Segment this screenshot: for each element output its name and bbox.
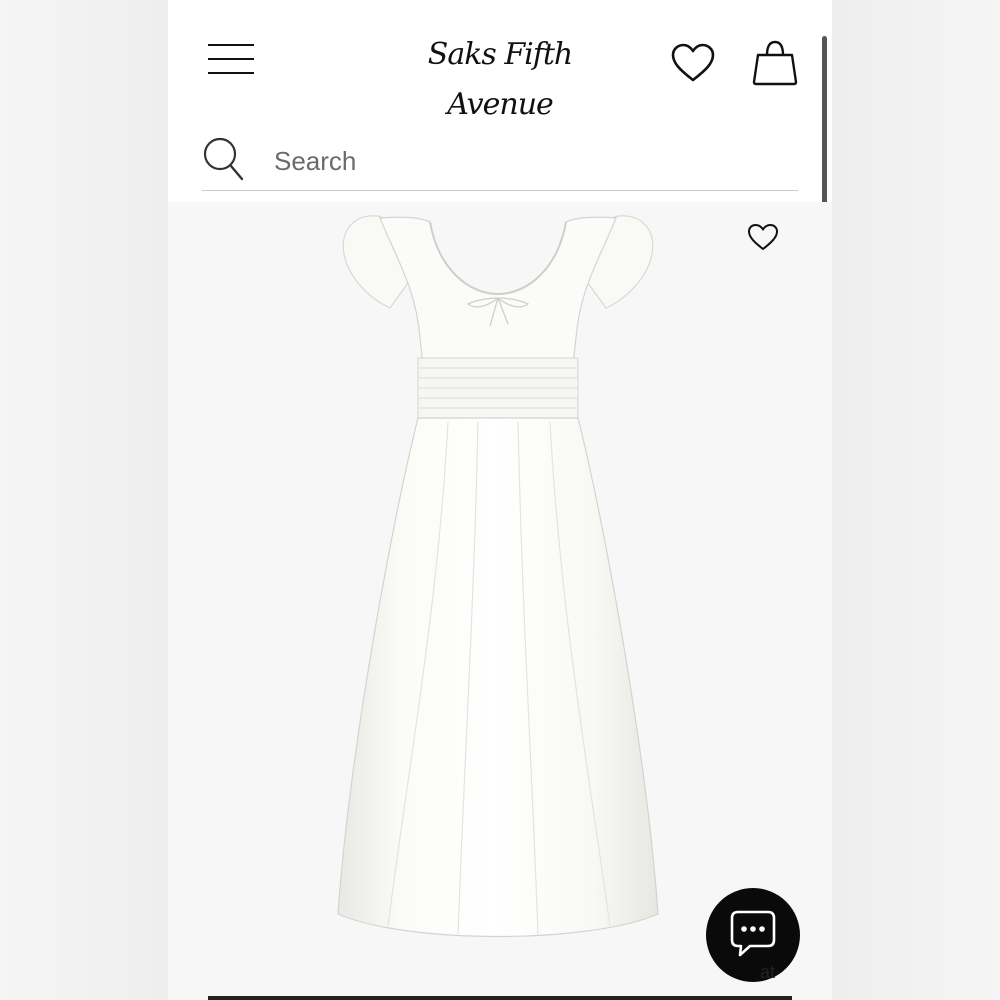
chat-bubble-icon — [730, 910, 776, 957]
chat-button[interactable] — [706, 888, 800, 982]
blurred-right-margin — [832, 0, 1000, 1000]
shopping-bag-icon[interactable] — [750, 38, 800, 88]
product-image-container[interactable] — [168, 202, 832, 1000]
search-input[interactable] — [272, 140, 776, 182]
hamburger-menu-icon[interactable] — [208, 44, 254, 76]
heart-icon[interactable] — [746, 222, 780, 252]
heart-icon[interactable] — [670, 42, 716, 84]
bottom-toolbar-edge — [208, 996, 792, 1000]
chat-label-partial: at — [760, 962, 776, 982]
search-icon[interactable] — [202, 136, 246, 182]
site-header: Saks Fifth Avenue — [168, 0, 832, 122]
mobile-page: Saks Fifth Avenue Search at — [168, 0, 832, 1000]
search-bar[interactable] — [202, 132, 798, 191]
blurred-left-margin — [0, 0, 168, 1000]
saks-logo[interactable]: Saks Fifth Avenue — [380, 30, 620, 122]
product-photo[interactable] — [318, 208, 678, 968]
